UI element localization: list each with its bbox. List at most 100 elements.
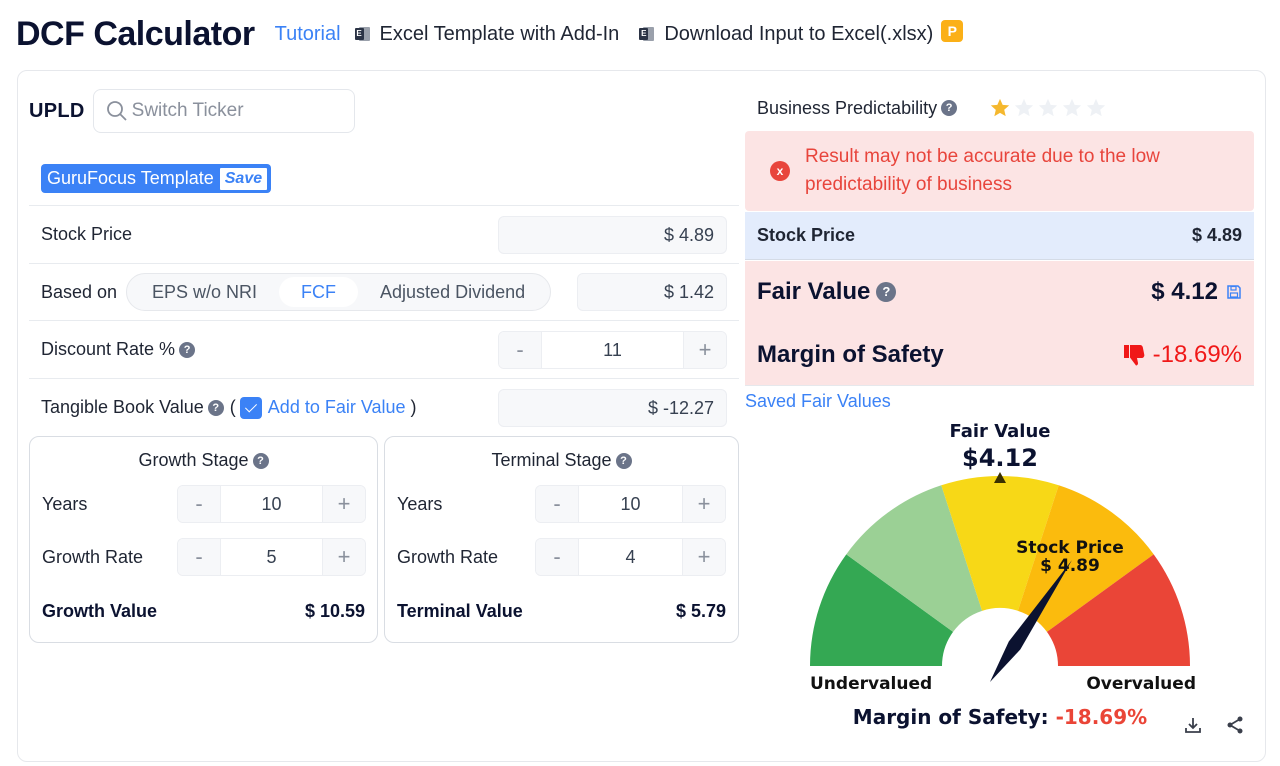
predictability-rating (989, 97, 1109, 119)
help-icon[interactable]: ? (876, 282, 897, 302)
saved-fair-values-link[interactable]: Saved Fair Values (745, 391, 891, 412)
excel-template-label: Excel Template with Add-In (379, 22, 620, 45)
save-template-button[interactable]: Save (219, 167, 268, 190)
share-icon[interactable] (1225, 715, 1245, 735)
tutorial-link[interactable]: Tutorial (275, 23, 341, 46)
help-icon[interactable]: ? (941, 100, 958, 116)
gauge-fair-value: $4.12 (962, 444, 1038, 472)
stock-price-field[interactable]: $ 4.89 (498, 215, 727, 254)
help-icon[interactable]: ? (179, 341, 196, 358)
terminal-years-input[interactable]: 10 (578, 486, 683, 522)
search-icon (106, 101, 127, 121)
terminal-value: $ 5.79 (675, 601, 726, 621)
star-empty-icon (1014, 98, 1034, 117)
ticker-bar: UPLD (29, 89, 355, 133)
growth-years-label: Years (42, 494, 88, 514)
gauge-fair-value-title: Fair Value (950, 421, 1051, 442)
ticker-search[interactable] (92, 89, 355, 133)
increment-button[interactable]: + (683, 539, 725, 575)
growth-value: $ 10.59 (304, 601, 365, 621)
growth-years-input[interactable]: 10 (220, 486, 323, 522)
excel-icon: E (639, 26, 655, 42)
add-to-fair-value-label[interactable]: Add to Fair Value (268, 397, 406, 418)
excel-template-link[interactable]: E Excel Template with Add-In (354, 22, 620, 46)
growth-stage-panel: Growth Stage? Years - 10 + Growth Rate -… (29, 436, 378, 643)
star-empty-icon (1038, 98, 1058, 117)
low-predictability-alert: x Result may not be accurate due to the … (745, 131, 1254, 211)
fair-value: $ 4.12 (1151, 278, 1218, 305)
result-stock-price-row: Stock Price $ 4.89 (745, 212, 1254, 260)
growth-rate-label: Growth Rate (42, 547, 144, 567)
excel-icon: E (354, 26, 370, 42)
add-to-fair-value-checkbox[interactable] (239, 396, 262, 419)
fair-value-label: Fair Value (757, 278, 871, 305)
page-title: DCF Calculator (16, 14, 255, 53)
save-icon[interactable] (1226, 284, 1242, 300)
terminal-rate-stepper: - 4 + (535, 538, 726, 576)
tangible-book-field[interactable]: $ -12.27 (498, 388, 727, 427)
based-on-value-field[interactable]: $ 1.42 (577, 273, 727, 311)
overvalued-label: Overvalued (1086, 674, 1196, 694)
based-on-fcf[interactable]: FCF (279, 277, 359, 307)
growth-years-stepper: - 10 + (177, 485, 366, 523)
terminal-value-label: Terminal Value (397, 601, 523, 621)
growth-rate-input[interactable]: 5 (220, 539, 323, 575)
growth-value-row: Growth Value $ 10.59 (42, 601, 365, 622)
star-filled-icon (990, 98, 1010, 117)
based-on-eps[interactable]: EPS w/o NRI (130, 277, 279, 307)
help-icon[interactable]: ? (615, 452, 632, 469)
download-input-label: Download Input to Excel(.xlsx) (664, 22, 934, 45)
growth-value-label: Growth Value (42, 601, 158, 621)
gauge-stock-price: $ 4.89 (1040, 556, 1100, 576)
star-empty-icon (1086, 98, 1106, 117)
increment-button[interactable]: + (323, 486, 365, 522)
template-selector[interactable]: GuruFocus Template Save (41, 164, 272, 193)
stock-price-row: Stock Price $ 4.89 (29, 205, 739, 263)
valuation-gauge: Fair Value $4.12 Stock Price $ 4.89 Unde… (810, 421, 1196, 729)
terminal-rate-input[interactable]: 4 (578, 539, 683, 575)
gauge-margin-of-safety: Margin of Safety: -18.69% (853, 705, 1147, 729)
stock-price-label: Stock Price (41, 224, 133, 244)
decrement-button[interactable]: - (499, 331, 541, 368)
help-icon[interactable]: ? (207, 399, 224, 416)
based-on-dividend[interactable]: Adjusted Dividend (358, 277, 547, 307)
decrement-button[interactable]: - (536, 486, 578, 522)
decrement-button[interactable]: - (178, 486, 220, 522)
increment-button[interactable]: + (323, 539, 365, 575)
decrement-button[interactable]: - (178, 539, 220, 575)
result-block: Fair Value? $ 4.12 Margin of Safety -18.… (745, 261, 1254, 386)
terminal-stage-title: Terminal Stage? (385, 450, 738, 471)
tangible-book-row: Tangible Book Value? ( Add to Fair Value… (29, 378, 739, 436)
terminal-years-stepper: - 10 + (535, 485, 726, 523)
result-stock-price-label: Stock Price (757, 225, 856, 245)
discount-rate-stepper: - 11 + (498, 330, 727, 369)
thumbs-down-icon (1123, 345, 1144, 366)
terminal-stage-panel: Terminal Stage? Years - 10 + Growth Rate… (384, 436, 739, 643)
business-predictability: Business Predictability ? (757, 97, 1109, 119)
error-icon: x (770, 161, 790, 181)
page-header: DCF Calculator Tutorial E Excel Template… (16, 12, 964, 56)
predictability-label: Business Predictability (757, 97, 938, 118)
increment-button[interactable]: + (684, 331, 726, 368)
decrement-button[interactable]: - (536, 539, 578, 575)
discount-rate-label: Discount Rate %? (41, 339, 196, 360)
based-on-row: Based on EPS w/o NRI FCF Adjusted Divide… (29, 263, 739, 320)
growth-rate-stepper: - 5 + (177, 538, 366, 576)
margin-of-safety-label: Margin of Safety (757, 341, 944, 368)
premium-badge: P (941, 20, 964, 42)
download-input-link[interactable]: E Download Input to Excel(.xlsx) (639, 23, 933, 46)
ticker-symbol: UPLD (29, 99, 85, 122)
increment-button[interactable]: + (683, 486, 725, 522)
fair-value-row: Fair Value? $ 4.12 (757, 278, 1242, 306)
gauge-stock-price-title: Stock Price (1016, 538, 1124, 558)
result-stock-price: $ 4.89 (1191, 225, 1242, 245)
terminal-years-label: Years (397, 494, 443, 514)
download-icon[interactable] (1183, 715, 1203, 735)
ticker-search-input[interactable] (131, 100, 332, 122)
terminal-value-row: Terminal Value $ 5.79 (397, 601, 726, 622)
discount-rate-input[interactable]: 11 (541, 331, 684, 368)
help-icon[interactable]: ? (252, 452, 269, 469)
undervalued-label: Undervalued (810, 674, 932, 694)
template-label: GuruFocus Template (47, 168, 214, 188)
growth-stage-title: Growth Stage? (30, 450, 377, 471)
